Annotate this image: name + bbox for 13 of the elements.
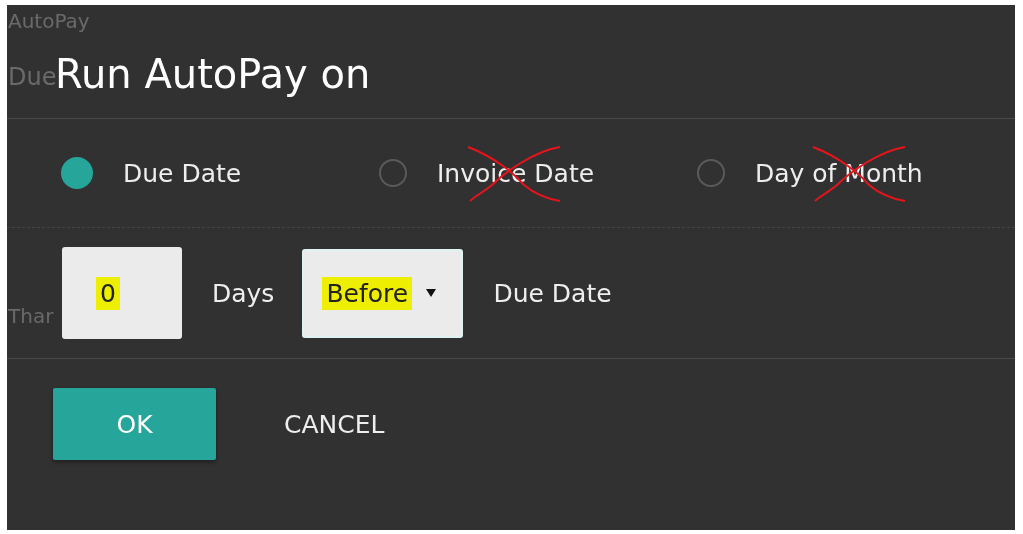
radio-button[interactable]: [697, 159, 725, 187]
cancel-button[interactable]: CANCEL: [284, 409, 385, 439]
background-text: Due: [8, 63, 57, 92]
radio-button[interactable]: [61, 157, 93, 189]
unit-label: Days: [212, 278, 275, 308]
option-label[interactable]: Due Date: [123, 158, 242, 188]
caret-icon: [426, 288, 437, 298]
days-input[interactable]: 0: [62, 247, 182, 339]
background-text: AutoPay: [8, 9, 90, 33]
radio-button[interactable]: [379, 159, 407, 187]
reference-label: Due Date: [493, 278, 612, 308]
direction-select[interactable]: Before: [302, 248, 464, 338]
background-text: Thar: [8, 304, 54, 328]
